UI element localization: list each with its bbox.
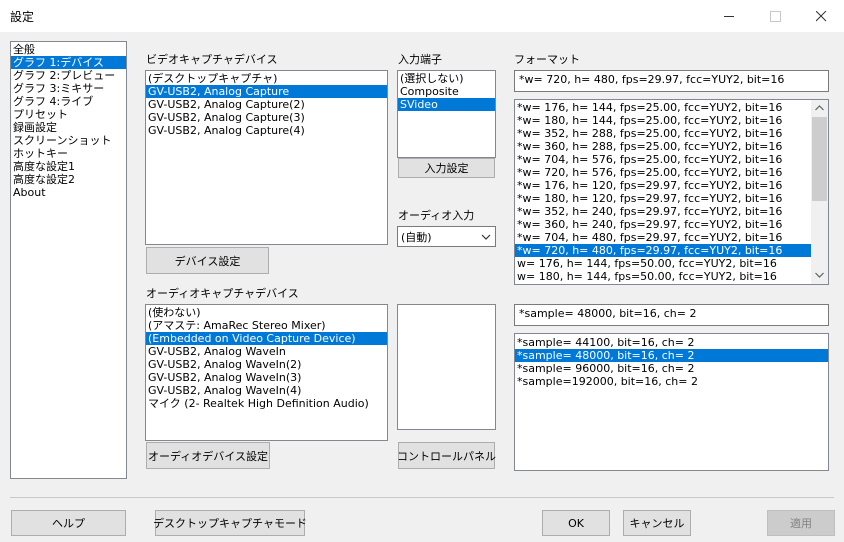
audio-format-list[interactable]: *sample= 44100, bit=16, ch= 2 *sample= 48… (514, 333, 829, 471)
format-item[interactable]: *w= 180, h= 144, fps=25.00, fcc=YUY2, bi… (515, 114, 812, 127)
maximize-icon (769, 10, 781, 22)
format-item[interactable]: *w= 352, h= 240, fps=29.97, fcc=YUY2, bi… (515, 205, 812, 218)
format-item[interactable]: *w= 176, h= 144, fps=25.00, fcc=YUY2, bi… (515, 101, 812, 114)
audio-format-current-field[interactable]: *sample= 48000, bit=16, ch= 2 (514, 304, 829, 326)
input-terminal-item[interactable]: SVideo (398, 98, 495, 111)
control-panel-button[interactable]: コントロールパネル (397, 442, 496, 469)
device-settings-button[interactable]: デバイス設定 (146, 247, 269, 274)
audio-device-settings-button[interactable]: オーディオデバイス設定 (146, 442, 270, 469)
input-terminal-label: 入力端子 (398, 53, 442, 66)
audio-device-item[interactable]: GV-USB2, Analog WaveIn(2) (146, 358, 387, 371)
close-button[interactable] (798, 0, 844, 32)
audio-input-label: オーディオ入力 (398, 209, 475, 222)
scroll-down-icon[interactable] (815, 272, 824, 279)
audio-input-value: (自動) (401, 230, 432, 244)
maximize-button (752, 0, 798, 32)
cancel-button[interactable]: キャンセル (623, 510, 691, 536)
chevron-down-icon (481, 234, 491, 240)
format-item[interactable]: *w= 176, h= 120, fps=29.97, fcc=YUY2, bi… (515, 179, 812, 192)
nav-item[interactable]: 高度な設定1 (11, 160, 126, 173)
video-device-label: ビデオキャプチャデバイス (146, 53, 278, 66)
nav-item[interactable]: ホットキー (11, 147, 126, 160)
video-device-item[interactable]: (デスクトップキャプチャ) (146, 72, 387, 85)
nav-list[interactable]: 全般 グラフ 1:デバイス グラフ 2:プレビュー グラフ 3:ミキサー グラフ 4:ラ… (10, 41, 127, 479)
ok-button[interactable]: OK (542, 510, 610, 536)
scroll-thumb[interactable] (812, 117, 827, 201)
format-label: フォーマット (514, 53, 580, 66)
nav-item[interactable]: 高度な設定2 (11, 173, 126, 186)
audio-device-item[interactable]: GV-USB2, Analog WaveIn(3) (146, 371, 387, 384)
format-item[interactable]: *w= 360, h= 240, fps=29.97, fcc=YUY2, bi… (515, 218, 812, 231)
minimize-icon (723, 15, 734, 17)
help-button[interactable]: ヘルプ (11, 510, 126, 536)
nav-item[interactable]: 録画設定 (11, 121, 126, 134)
format-item[interactable]: *w= 352, h= 288, fps=25.00, fcc=YUY2, bi… (515, 127, 812, 140)
input-terminal-list[interactable]: (選択しない) Composite SVideo (397, 70, 496, 158)
apply-button: 適用 (767, 510, 835, 536)
scroll-up-icon[interactable] (815, 104, 824, 111)
nav-item[interactable]: グラフ 2:プレビュー (11, 69, 126, 82)
nav-item[interactable]: プリセット (11, 108, 126, 121)
format-item[interactable]: *w= 704, h= 480, fps=29.97, fcc=YUY2, bi… (515, 231, 812, 244)
audio-device-item[interactable]: (Embedded on Video Capture Device) (146, 332, 387, 345)
nav-item[interactable]: グラフ 1:デバイス (11, 56, 126, 69)
desktop-capture-mode-button[interactable]: デスクトップキャプチャモード (153, 510, 307, 536)
format-item[interactable]: *w= 360, h= 288, fps=25.00, fcc=YUY2, bi… (515, 140, 812, 153)
input-terminal-item[interactable]: (選択しない) (398, 72, 495, 85)
audio-device-item[interactable]: (アマステ: AmaRec Stereo Mixer) (146, 319, 387, 332)
format-list[interactable]: *w= 176, h= 144, fps=25.00, fcc=YUY2, bi… (514, 99, 829, 285)
footer-separator (10, 497, 834, 498)
minimize-button[interactable] (706, 0, 752, 32)
nav-item[interactable]: スクリーンショット (11, 134, 126, 147)
input-terminal-item[interactable]: Composite (398, 85, 495, 98)
nav-item[interactable]: About (11, 186, 126, 199)
format-scrollbar[interactable] (811, 100, 828, 284)
video-device-item[interactable]: GV-USB2, Analog Capture (146, 85, 387, 98)
audio-format-item[interactable]: *sample= 96000, bit=16, ch= 2 (515, 362, 828, 375)
nav-item[interactable]: グラフ 3:ミキサー (11, 82, 126, 95)
format-item[interactable]: *w= 704, h= 576, fps=25.00, fcc=YUY2, bi… (515, 153, 812, 166)
nav-item[interactable]: グラフ 4:ライブ (11, 95, 126, 108)
audio-device-item[interactable]: マイク (2- Realtek High Definition Audio) (146, 397, 387, 410)
close-icon (815, 10, 826, 21)
window-title: 設定 (10, 10, 35, 24)
format-items: *w= 176, h= 144, fps=25.00, fcc=YUY2, bi… (515, 101, 812, 283)
input-settings-button[interactable]: 入力設定 (398, 158, 495, 178)
video-device-item[interactable]: GV-USB2, Analog Capture(3) (146, 111, 387, 124)
audio-device-item[interactable]: GV-USB2, Analog WaveIn (146, 345, 387, 358)
video-device-item[interactable]: GV-USB2, Analog Capture(4) (146, 124, 387, 137)
audio-device-list[interactable]: (使わない) (アマステ: AmaRec Stereo Mixer) (Embedd… (145, 304, 388, 441)
audio-device-item[interactable]: GV-USB2, Analog WaveIn(4) (146, 384, 387, 397)
format-current-field[interactable]: *w= 720, h= 480, fps=29.97, fcc=YUY2, bi… (514, 70, 829, 92)
audio-device-label: オーディオキャプチャデバイス (146, 287, 299, 300)
audio-format-item[interactable]: *sample= 44100, bit=16, ch= 2 (515, 336, 828, 349)
video-device-list[interactable]: (デスクトップキャプチャ) GV-USB2, Analog Capture GV-U… (145, 70, 388, 245)
nav-item[interactable]: 全般 (11, 43, 126, 56)
audio-input-select[interactable]: (自動) (397, 226, 496, 247)
audio-input-terminal-list[interactable] (397, 304, 496, 430)
format-item[interactable]: w= 180, h= 144, fps=50.00, fcc=YUY2, bit… (515, 270, 812, 283)
audio-format-item[interactable]: *sample= 48000, bit=16, ch= 2 (515, 349, 828, 362)
audio-format-item[interactable]: *sample=192000, bit=16, ch= 2 (515, 375, 828, 388)
format-item[interactable]: *w= 180, h= 120, fps=29.97, fcc=YUY2, bi… (515, 192, 812, 205)
audio-device-item[interactable]: (使わない) (146, 306, 387, 319)
video-device-item[interactable]: GV-USB2, Analog Capture(2) (146, 98, 387, 111)
format-item[interactable]: *w= 720, h= 576, fps=25.00, fcc=YUY2, bi… (515, 166, 812, 179)
format-item[interactable]: *w= 720, h= 480, fps=29.97, fcc=YUY2, bi… (515, 244, 812, 257)
format-item[interactable]: w= 176, h= 144, fps=50.00, fcc=YUY2, bit… (515, 257, 812, 270)
